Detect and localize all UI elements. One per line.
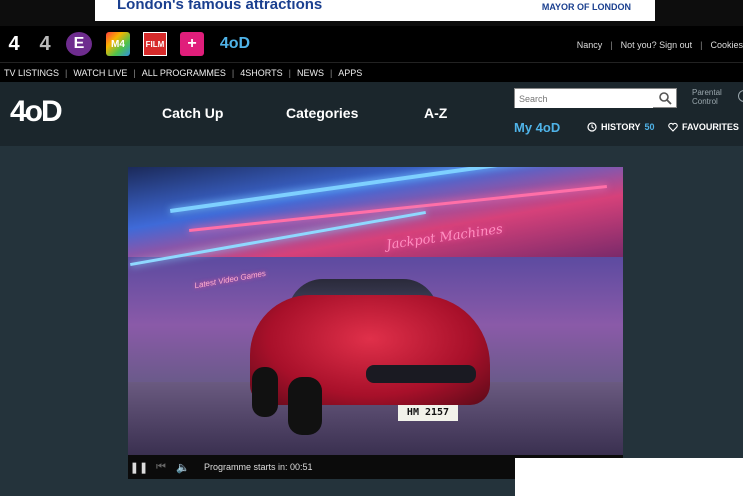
separator: |	[329, 67, 333, 78]
top-ad-strip: London's famous attractions MAYOR OF LON…	[0, 0, 743, 26]
side-panel	[515, 458, 743, 496]
separator: |	[133, 67, 136, 78]
parental-line1: Parental	[692, 88, 722, 97]
parental-control-label[interactable]: Parental Control	[692, 88, 722, 106]
skip-back-icon[interactable]: ⏮	[150, 461, 172, 474]
heart-icon	[668, 122, 678, 132]
main-content: Jackpot Machines Latest Video Games HM 2…	[0, 146, 743, 496]
history-count: 50	[644, 122, 655, 132]
cookies-link[interactable]: Cookies	[710, 40, 743, 50]
sub-nav-apps[interactable]: APPS	[338, 68, 362, 78]
4od-logo[interactable]: 4oD	[217, 32, 253, 56]
site-header: 4oD Catch Up Categories A-Z Parental Con…	[0, 82, 743, 146]
video-player[interactable]: Jackpot Machines Latest Video Games HM 2…	[128, 167, 623, 455]
user-links: Nancy | Not you? Sign out | Cookies	[577, 40, 743, 50]
my-4od-link[interactable]: My 4oD	[514, 120, 560, 135]
car-wheel	[252, 367, 278, 417]
nav-categories[interactable]: Categories	[286, 105, 358, 121]
channel-4-logo[interactable]: 4	[3, 32, 25, 56]
car-grille	[366, 365, 476, 383]
favourites-label: FAVOURITES	[682, 122, 739, 132]
more4-logo[interactable]: M4	[106, 32, 130, 56]
sign-out-link[interactable]: Not you? Sign out	[621, 40, 693, 50]
neon-sign-small: Latest Video Games	[193, 268, 267, 291]
search-icon[interactable]	[658, 91, 672, 105]
sub-nav-news[interactable]: NEWS	[297, 68, 324, 78]
search-input[interactable]	[515, 90, 653, 108]
separator: |	[288, 67, 291, 78]
pause-icon[interactable]: ❚❚	[128, 461, 150, 474]
number-plate: HM 2157	[398, 405, 458, 421]
ad-banner[interactable]: London's famous attractions MAYOR OF LON…	[95, 0, 655, 21]
parental-line2: Control	[692, 97, 718, 106]
music4-logo[interactable]: +	[180, 32, 204, 56]
programme-status: Programme starts in: 00:51	[204, 462, 313, 472]
sub-nav-watch-live[interactable]: WATCH LIVE	[73, 68, 127, 78]
clock-icon	[587, 122, 597, 132]
sub-nav: TV LISTINGS | WATCH LIVE | ALL PROGRAMME…	[0, 62, 743, 82]
separator: |	[700, 40, 703, 50]
ad-sponsor: MAYOR OF LONDON	[541, 2, 631, 12]
separator: |	[231, 67, 235, 78]
e4-logo[interactable]: E	[66, 32, 92, 56]
4od-brand-logo[interactable]: 4oD	[10, 95, 63, 129]
car-wheel	[288, 377, 322, 435]
sub-nav-all-programmes[interactable]: ALL PROGRAMMES	[142, 68, 226, 78]
nav-a-z[interactable]: A-Z	[424, 105, 447, 121]
channel-bar: 4 4 E M4 FILM + 4oD Nancy | Not you? Sig…	[0, 26, 743, 62]
separator: |	[65, 67, 68, 78]
separator: |	[610, 40, 613, 50]
channel-4seven-logo[interactable]: 4	[34, 32, 56, 56]
car-body	[250, 295, 490, 405]
history-label: HISTORY	[601, 122, 641, 132]
sub-nav-tv-listings[interactable]: TV LISTINGS	[4, 68, 59, 78]
ad-headline: London's famous attractions	[117, 0, 323, 13]
user-name[interactable]: Nancy	[577, 40, 603, 50]
nav-catch-up[interactable]: Catch Up	[162, 105, 223, 121]
search-box	[514, 88, 677, 108]
favourites-link[interactable]: FAVOURITES 0	[668, 122, 743, 132]
volume-icon[interactable]: 🔈	[172, 461, 194, 474]
history-link[interactable]: HISTORY 50	[587, 122, 655, 132]
parental-control-toggle[interactable]	[738, 90, 743, 102]
sub-nav-4shorts[interactable]: 4SHORTS	[240, 68, 282, 78]
film4-logo[interactable]: FILM	[143, 32, 167, 56]
